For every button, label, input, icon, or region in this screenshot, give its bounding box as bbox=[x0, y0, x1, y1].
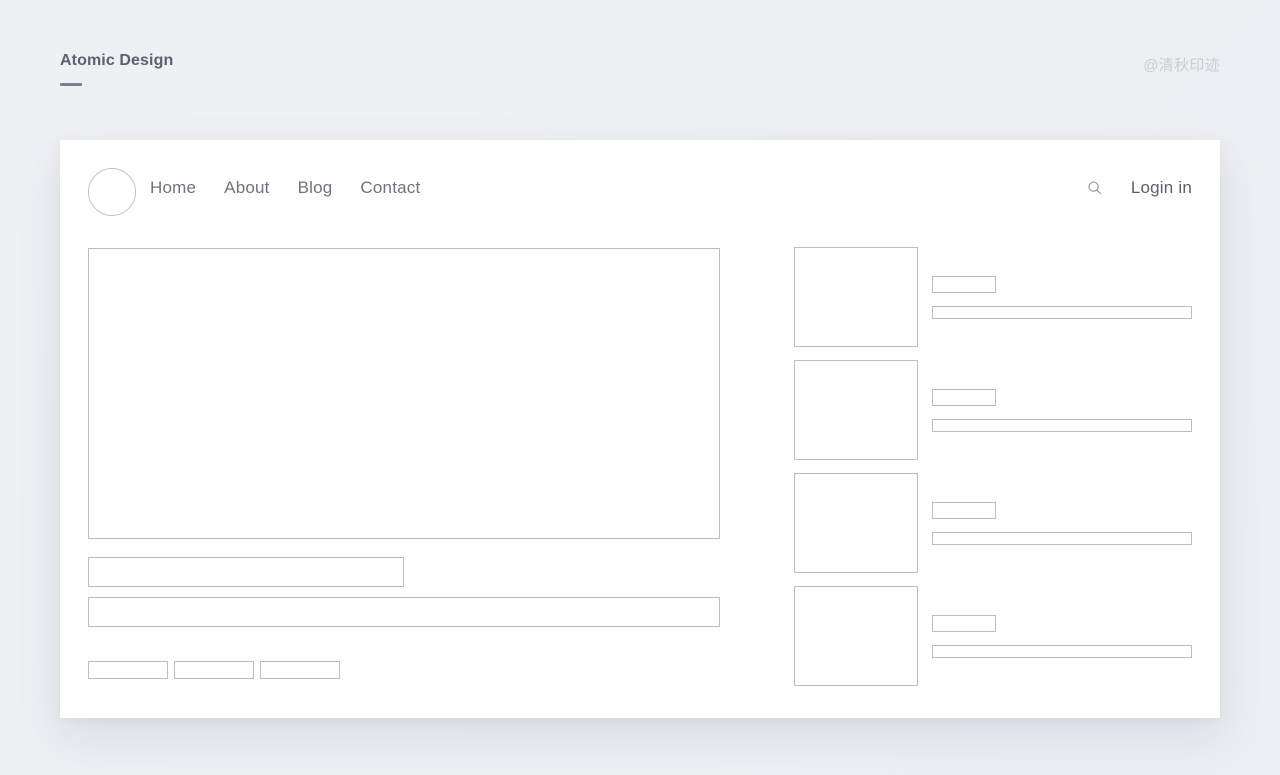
list-item-title-placeholder bbox=[932, 388, 996, 406]
nav-item-home[interactable]: Home bbox=[150, 178, 196, 198]
hero-description-placeholder[interactable] bbox=[88, 597, 720, 627]
hero-title-placeholder[interactable] bbox=[88, 557, 404, 587]
mockup-card: Home About Blog Contact Login in bbox=[60, 140, 1220, 718]
list-item-description-placeholder bbox=[932, 644, 1192, 658]
logo-placeholder[interactable] bbox=[88, 168, 136, 216]
list-item-thumbnail[interactable] bbox=[794, 473, 918, 573]
title-underline-accent bbox=[60, 83, 82, 86]
list-item-thumbnail[interactable] bbox=[794, 247, 918, 347]
nav-item-about[interactable]: About bbox=[224, 178, 269, 198]
hero-image-placeholder[interactable] bbox=[88, 248, 720, 539]
page-header: Atomic Design @清秋印迹 bbox=[0, 0, 1280, 140]
login-button[interactable]: Login in bbox=[1131, 178, 1192, 198]
button-placeholder-1[interactable] bbox=[88, 661, 168, 679]
list-item-description-placeholder bbox=[932, 418, 1192, 432]
navbar-actions: Login in bbox=[1087, 178, 1192, 198]
search-icon[interactable] bbox=[1087, 180, 1103, 196]
list-item-title-placeholder bbox=[932, 614, 996, 632]
nav-links: Home About Blog Contact bbox=[150, 178, 420, 198]
content-list bbox=[794, 247, 1192, 686]
main-content-left bbox=[88, 248, 720, 679]
list-item[interactable] bbox=[794, 586, 1192, 686]
list-item-title-placeholder bbox=[932, 501, 996, 519]
list-item-thumbnail[interactable] bbox=[794, 360, 918, 460]
list-item-thumbnail[interactable] bbox=[794, 586, 918, 686]
list-item-text bbox=[932, 275, 1192, 319]
list-item[interactable] bbox=[794, 473, 1192, 573]
list-item-text bbox=[932, 501, 1192, 545]
list-item-text bbox=[932, 614, 1192, 658]
button-row bbox=[88, 661, 720, 679]
watermark-label: @清秋印迹 bbox=[1143, 57, 1220, 74]
list-item[interactable] bbox=[794, 360, 1192, 460]
button-placeholder-3[interactable] bbox=[260, 661, 340, 679]
list-item[interactable] bbox=[794, 247, 1192, 347]
navbar: Home About Blog Contact Login in bbox=[60, 140, 1220, 244]
nav-item-blog[interactable]: Blog bbox=[298, 178, 333, 198]
list-item-text bbox=[932, 388, 1192, 432]
list-item-title-placeholder bbox=[932, 275, 996, 293]
nav-item-contact[interactable]: Contact bbox=[360, 178, 420, 198]
list-item-description-placeholder bbox=[932, 305, 1192, 319]
page-title: Atomic Design bbox=[60, 52, 174, 69]
list-item-description-placeholder bbox=[932, 531, 1192, 545]
button-placeholder-2[interactable] bbox=[174, 661, 254, 679]
